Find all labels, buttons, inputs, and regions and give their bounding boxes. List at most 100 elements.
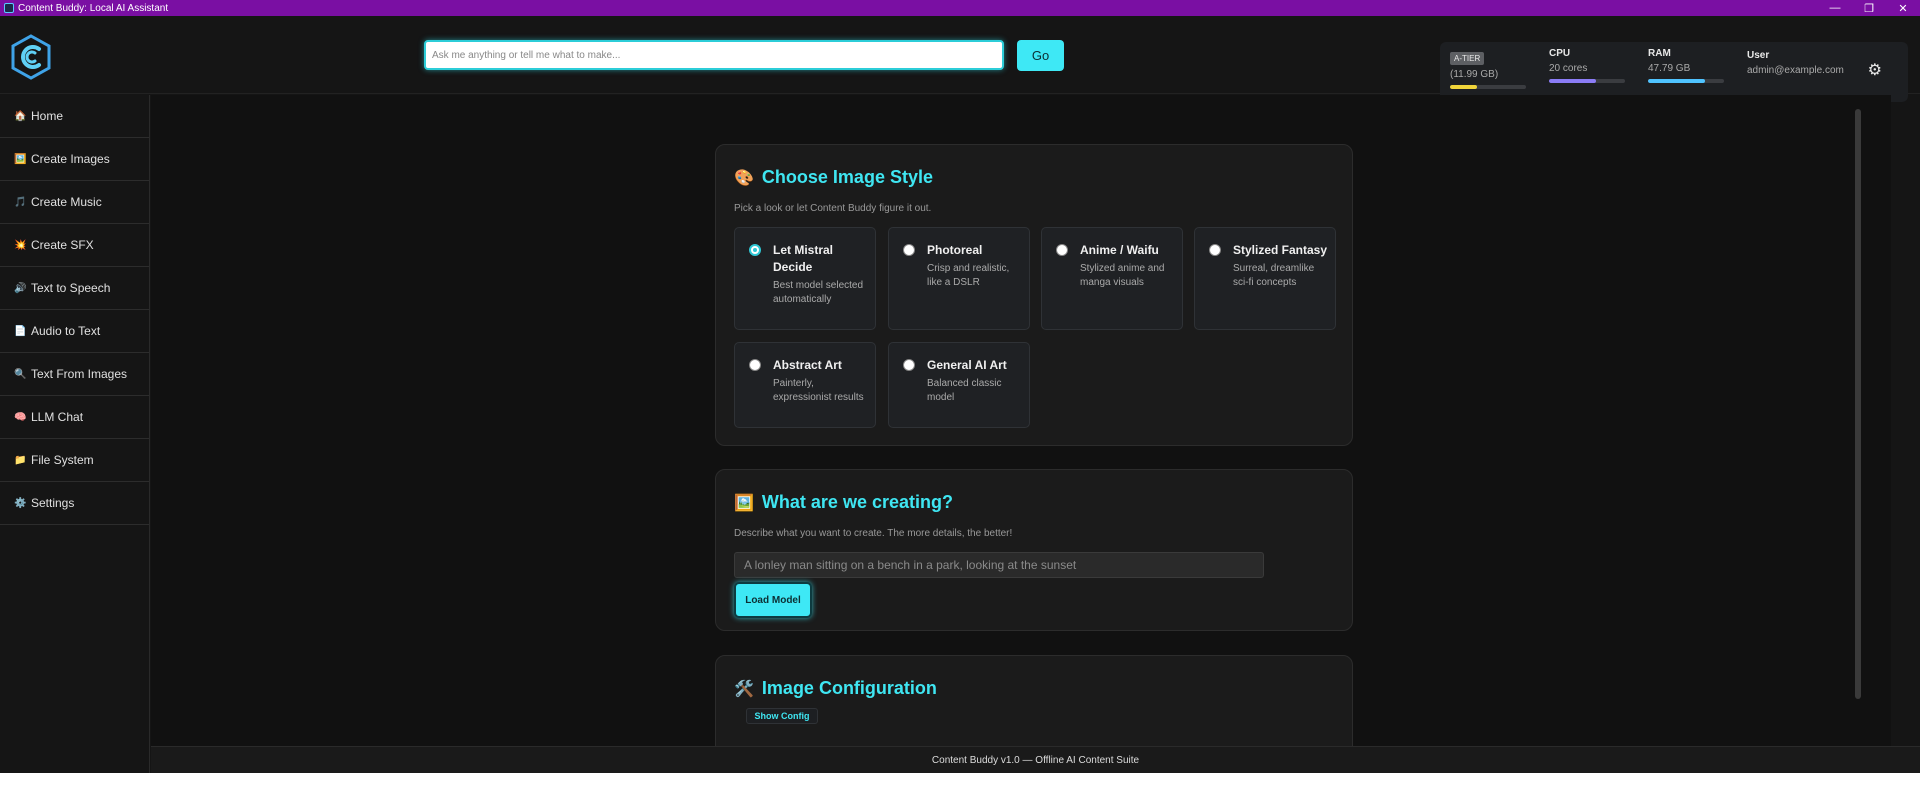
option-description: Crisp and realistic, like a DSLR xyxy=(927,263,1010,288)
tier-value: (11.99 GB) xyxy=(1450,69,1499,80)
radio-button[interactable] xyxy=(1209,244,1221,256)
section-title: What are we creating? xyxy=(761,492,953,512)
tier-bar-fill xyxy=(1450,85,1477,89)
logo-icon xyxy=(11,34,51,80)
option-title: Abstract Art xyxy=(773,358,842,372)
radio-button[interactable] xyxy=(749,359,761,371)
sidebar-item-label: Home xyxy=(31,109,64,123)
sidebar-item-create-images[interactable]: 🖼️ Create Images xyxy=(0,138,149,181)
restore-button[interactable]: ❐ xyxy=(1852,0,1886,16)
document-icon: 📄 xyxy=(14,325,27,337)
tier-bar xyxy=(1450,85,1526,89)
radio-button[interactable] xyxy=(1056,244,1068,256)
option-title: General AI Art xyxy=(927,358,1007,372)
option-description: Painterly, expressionist results xyxy=(773,378,864,403)
cpu-bar xyxy=(1549,79,1625,83)
option-description: Surreal, dreamlike sci-fi concepts xyxy=(1233,263,1315,288)
user-label: User xyxy=(1747,50,1770,61)
sidebar-item-llm-chat[interactable]: 🧠 LLM Chat xyxy=(0,396,149,439)
user-stat: User admin@example.com xyxy=(1747,50,1844,76)
top-header: Go A-TIER (11.99 GB) CPU 20 cores RAM 47… xyxy=(0,16,1920,102)
magnifier-icon: 🔍 xyxy=(14,368,27,380)
minimize-button[interactable]: — xyxy=(1818,0,1852,16)
section-title: Choose Image Style xyxy=(761,167,933,187)
go-button[interactable]: Go xyxy=(1017,40,1064,71)
option-title: Photoreal xyxy=(927,243,983,257)
window-title: Content Buddy: Local AI Assistant xyxy=(18,2,169,14)
music-note-icon: 🎵 xyxy=(14,196,27,208)
sidebar-item-label: Create Images xyxy=(31,152,110,166)
style-option-general-ai-art[interactable]: General AI Art Balanced classic model xyxy=(888,342,1030,428)
option-description: Stylized anime and manga visuals xyxy=(1080,263,1165,288)
app-window: Content Buddy: Local AI Assistant — ❐ ✕ … xyxy=(0,0,1920,773)
sidebar-item-create-music[interactable]: 🎵 Create Music xyxy=(0,181,149,224)
cpu-value: 20 cores xyxy=(1549,63,1588,74)
sidebar-item-create-sfx[interactable]: 💥 Create SFX xyxy=(0,224,149,267)
ram-label: RAM xyxy=(1648,48,1671,59)
home-icon: 🏠 xyxy=(14,110,27,122)
sidebar-item-label: Create SFX xyxy=(31,238,94,252)
option-description: Best model selected automatically xyxy=(773,280,864,305)
section-subtitle: Pick a look or let Content Buddy figure … xyxy=(734,203,932,214)
cpu-stat: CPU 20 cores xyxy=(1549,48,1625,83)
sidebar: 🏠 Home 🖼️ Create Images 🎵 Create Music 💥 Cre… xyxy=(0,95,150,773)
section-title: Image Configuration xyxy=(761,678,937,698)
system-stats-panel: A-TIER (11.99 GB) CPU 20 cores RAM 47.79… xyxy=(1440,42,1908,102)
style-option-let-mistral-decide[interactable]: Let Mistral Decide Best model selected a… xyxy=(734,227,876,330)
option-title: Let Mistral Decide xyxy=(773,243,834,274)
cpu-label: CPU xyxy=(1549,48,1571,59)
sidebar-item-label: Create Music xyxy=(31,195,102,209)
image-configuration-card: 🛠️ Image Configuration Show Config xyxy=(715,655,1353,746)
style-option-abstract-art[interactable]: Abstract Art Painterly, expressionist re… xyxy=(734,342,876,428)
radio-button-selected[interactable] xyxy=(749,244,761,256)
sidebar-item-label: LLM Chat xyxy=(31,410,84,424)
sidebar-item-label: File System xyxy=(31,453,94,467)
sidebar-item-label: Text to Speech xyxy=(31,281,111,295)
sidebar-item-home[interactable]: 🏠 Home xyxy=(0,95,149,138)
ram-bar xyxy=(1648,79,1724,83)
image-style-card: 🎨 Choose Image Style Pick a look or let … xyxy=(715,144,1353,446)
app-icon xyxy=(4,3,14,13)
section-subtitle: Describe what you want to create. The mo… xyxy=(734,528,1013,539)
explosion-icon: 💥 xyxy=(14,239,27,251)
ram-stat: RAM 47.79 GB xyxy=(1648,48,1724,83)
ram-value: 47.79 GB xyxy=(1648,63,1691,74)
sidebar-item-label: Settings xyxy=(31,496,75,510)
search-input[interactable] xyxy=(424,40,1004,70)
settings-gear-icon[interactable]: ⚙ xyxy=(1868,60,1882,80)
tools-icon: 🛠️ xyxy=(734,680,754,698)
sidebar-item-file-system[interactable]: 📁 File System xyxy=(0,439,149,482)
sidebar-item-text-from-images[interactable]: 🔍 Text From Images xyxy=(0,353,149,396)
cpu-bar-fill xyxy=(1549,79,1597,83)
ram-bar-fill xyxy=(1648,79,1705,83)
folder-icon: 📁 xyxy=(14,454,27,466)
show-config-button[interactable]: Show Config xyxy=(746,708,818,724)
sidebar-item-audio-to-text[interactable]: 📄 Audio to Text xyxy=(0,310,149,353)
scrollbar[interactable] xyxy=(1855,109,1861,699)
tier-badge: A-TIER xyxy=(1450,52,1485,65)
option-description: Balanced classic model xyxy=(927,378,1002,403)
style-option-anime-waifu[interactable]: Anime / Waifu Stylized anime and manga v… xyxy=(1041,227,1183,330)
radio-button[interactable] xyxy=(903,359,915,371)
gear-icon: ⚙️ xyxy=(14,497,27,509)
option-title: Stylized Fantasy xyxy=(1233,243,1328,257)
title-bar: Content Buddy: Local AI Assistant — ❐ ✕ xyxy=(0,0,1920,16)
footer: Content Buddy v1.0 — Offline AI Content … xyxy=(151,746,1920,773)
close-button[interactable]: ✕ xyxy=(1886,0,1920,16)
sidebar-item-settings[interactable]: ⚙️ Settings xyxy=(0,482,149,525)
picture-icon: 🖼️ xyxy=(734,494,754,512)
sidebar-item-label: Text From Images xyxy=(31,367,128,381)
style-option-stylized-fantasy[interactable]: Stylized Fantasy Surreal, dreamlike sci-… xyxy=(1194,227,1336,330)
main-content: 🎨 Choose Image Style Pick a look or let … xyxy=(151,95,1891,746)
config-heading: 🛠️ Image Configuration xyxy=(734,678,937,699)
footer-text: Content Buddy v1.0 — Offline AI Content … xyxy=(931,754,1140,766)
style-option-photoreal[interactable]: Photoreal Crisp and realistic, like a DS… xyxy=(888,227,1030,330)
radio-button[interactable] xyxy=(903,244,915,256)
sidebar-item-text-to-speech[interactable]: 🔊 Text to Speech xyxy=(0,267,149,310)
option-title: Anime / Waifu xyxy=(1080,243,1159,257)
create-heading: 🖼️ What are we creating? xyxy=(734,492,953,513)
load-model-button[interactable]: Load Model xyxy=(734,582,812,618)
user-value: admin@example.com xyxy=(1747,65,1844,76)
palette-icon: 🎨 xyxy=(734,169,754,187)
prompt-input[interactable] xyxy=(734,552,1264,578)
